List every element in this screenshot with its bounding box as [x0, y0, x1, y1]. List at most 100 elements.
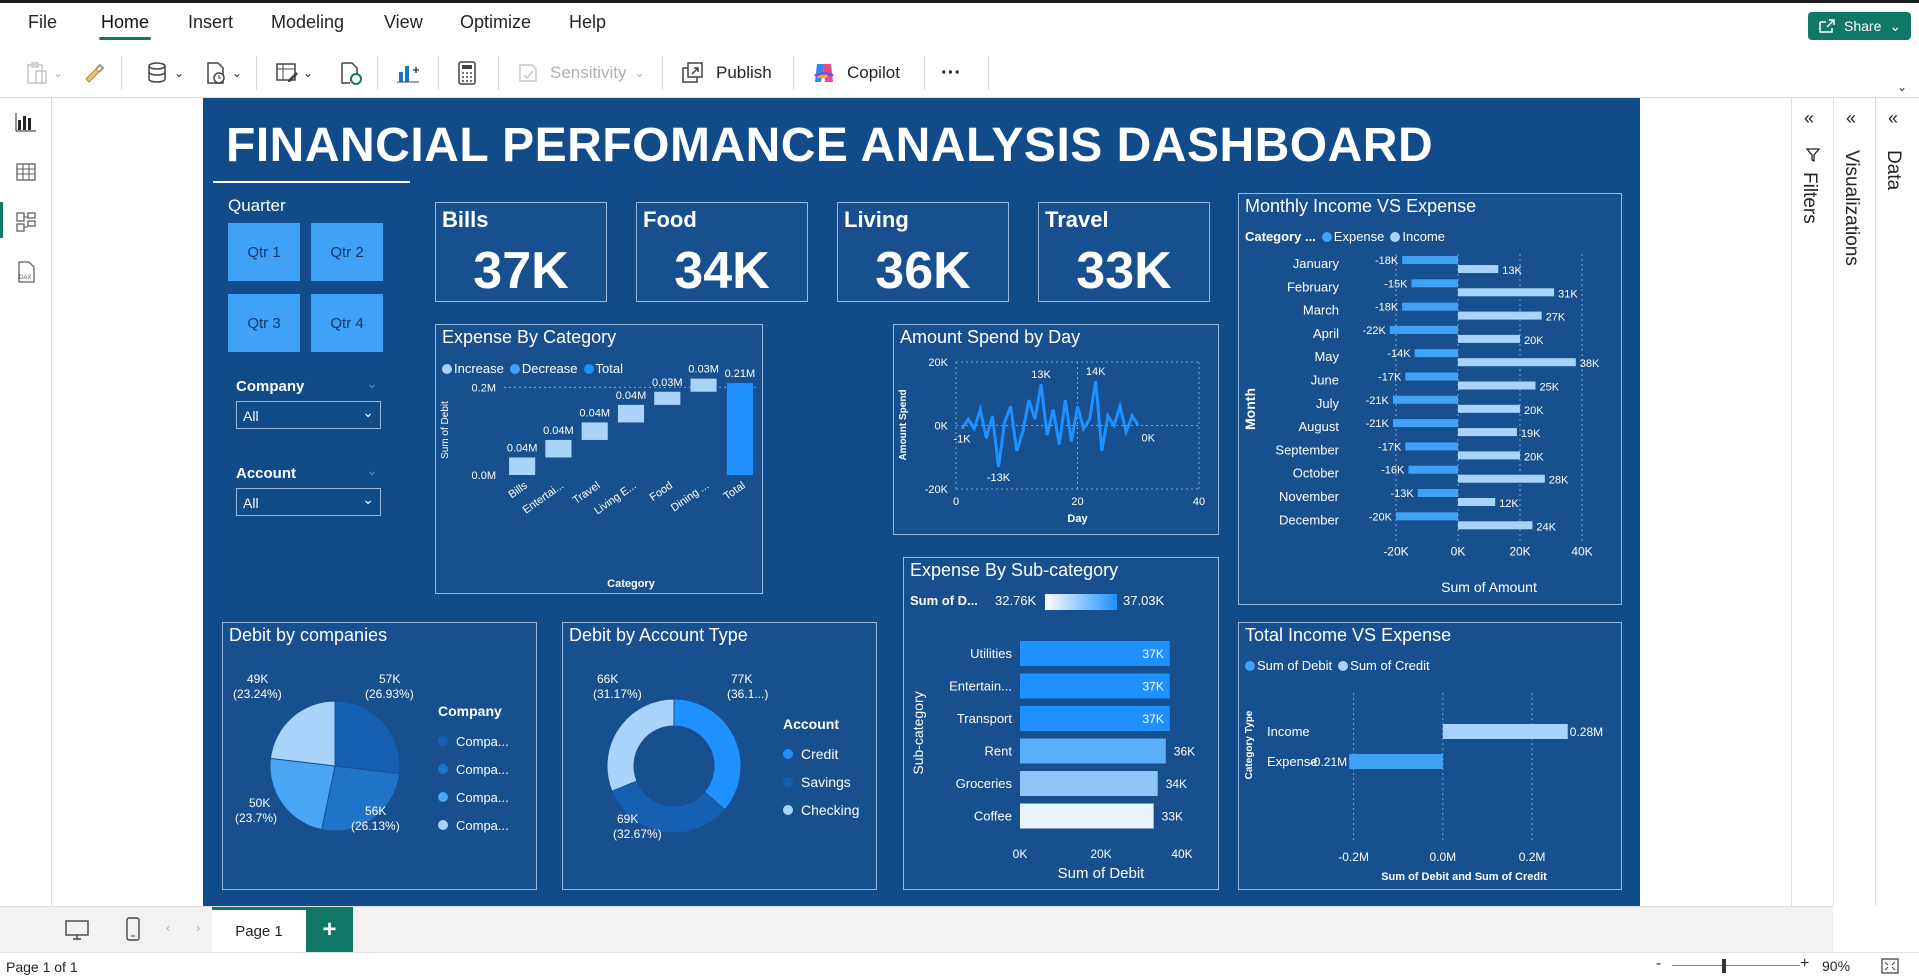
zoom-in-button[interactable]: +	[1800, 955, 1809, 973]
chevron-left-icon[interactable]: ‹	[166, 920, 170, 935]
income-bar	[1458, 381, 1536, 390]
add-page-button[interactable]: +	[306, 907, 353, 952]
expense-bar	[1405, 442, 1458, 451]
chevron-right-icon[interactable]: ›	[196, 920, 200, 935]
expense-by-subcategory-visual[interactable]: Expense By Sub-category Sum of D... 32.76…	[903, 557, 1219, 890]
mobile-view-icon[interactable]	[124, 916, 142, 942]
double-chevron-left-icon[interactable]: «	[1846, 108, 1856, 129]
total-income-vs-expense-visual[interactable]: Total Income VS Expense Sum of Debit Sum…	[1238, 622, 1622, 890]
menu-view[interactable]: View	[384, 12, 423, 33]
format-painter-button[interactable]	[82, 56, 106, 90]
total-bar-chart: -0.2M 0.0M 0.2MIncome 0.28MExpense-0.21MSum…	[1244, 693, 1603, 883]
menu-bar: File Home Insert Modeling View Optimize …	[0, 3, 1919, 43]
menu-help[interactable]: Help	[569, 12, 606, 33]
menu-file[interactable]: File	[28, 12, 57, 33]
data-label: (26.13%)	[351, 819, 400, 833]
zoom-slider-thumb[interactable]	[1722, 959, 1726, 973]
y-tick-label: May	[1314, 349, 1339, 364]
data-pane-title: Data	[1883, 150, 1904, 191]
data-label: 0.04M	[579, 407, 610, 419]
kpi-card-travel[interactable]: Travel 33K	[1038, 202, 1210, 302]
debit-by-account-type-visual[interactable]: Debit by Account Type Account Credit Sav…	[562, 622, 877, 890]
x-tick-label: Food	[648, 480, 675, 504]
publish-button[interactable]: Publish	[680, 56, 772, 90]
dashboard-title: FINANCIAL PERFOMANCE ANALYSIS DASHBOARD	[226, 119, 1434, 172]
kpi-card-food[interactable]: Food 34K	[636, 202, 808, 302]
data-label: 27K	[1546, 312, 1566, 324]
amount-spend-by-day-visual[interactable]: Amount Spend by Day 20K 0K -20K 0 20 40 -1K -13…	[893, 324, 1219, 535]
transform-data-button[interactable]: ⌄	[274, 56, 313, 90]
x-axis-title: Day	[1067, 513, 1088, 525]
visualizations-pane[interactable]: « Visualizations	[1833, 98, 1875, 906]
y-tick-label: October	[1293, 466, 1340, 481]
waterfall-bar	[690, 378, 717, 392]
monthly-income-vs-expense-visual[interactable]: Monthly Income VS Expense Category ... E…	[1238, 193, 1622, 605]
y-tick-label: Groceries	[956, 776, 1013, 791]
company-dropdown[interactable]: All ⌄	[236, 401, 381, 429]
data-label: (26.93%)	[365, 687, 414, 701]
refresh-button[interactable]	[337, 56, 363, 90]
donut-slice	[606, 698, 675, 792]
get-data-button[interactable]: ⌄	[145, 56, 184, 90]
data-pane[interactable]: « Data	[1875, 98, 1919, 906]
quarter-button-q2[interactable]: Qtr 2	[311, 223, 383, 281]
account-dropdown[interactable]: All ⌄	[236, 488, 381, 516]
menu-home[interactable]: Home	[101, 12, 149, 33]
quarter-button-q4[interactable]: Qtr 4	[311, 294, 383, 352]
more-options-button[interactable]: ···	[941, 56, 961, 90]
recent-sources-button[interactable]: ⌄	[203, 56, 242, 90]
fit-to-page-icon[interactable]	[1880, 957, 1900, 975]
menu-optimize[interactable]: Optimize	[460, 12, 531, 33]
sensitivity-button[interactable]: Sensitivity ⌄	[516, 56, 645, 90]
filters-pane[interactable]: « Filters	[1791, 98, 1833, 906]
copilot-button[interactable]: Copilot	[811, 56, 900, 90]
report-view-icon[interactable]	[14, 110, 38, 134]
share-button[interactable]: Share ⌄	[1808, 12, 1911, 40]
zoom-slider[interactable]	[1672, 965, 1800, 966]
table-view-icon[interactable]	[14, 160, 38, 184]
new-measure-button[interactable]	[455, 56, 479, 90]
data-label: 56K	[365, 804, 386, 818]
double-chevron-left-icon[interactable]: «	[1888, 108, 1898, 129]
chevron-down-icon[interactable]: ⌄	[366, 462, 378, 479]
data-label: 0.28M	[1570, 725, 1603, 739]
kpi-card-bills[interactable]: Bills 37K	[435, 202, 607, 302]
data-label: 20K	[1524, 451, 1544, 463]
debit-by-companies-visual[interactable]: Debit by companies Company Compa... Comp…	[222, 622, 537, 890]
paste-button[interactable]: ⌄	[24, 56, 63, 90]
income-bar	[1458, 474, 1545, 483]
data-label: 37K	[1142, 647, 1163, 661]
data-label: -21K	[1366, 418, 1390, 430]
data-label: 77K	[731, 672, 752, 686]
account-slicer-title: Account	[236, 465, 296, 482]
clipboard-icon	[27, 62, 47, 84]
zoom-out-button[interactable]: -	[1656, 955, 1661, 973]
kpi-card-living[interactable]: Living 36K	[837, 202, 1009, 302]
chevron-down-icon[interactable]: ⌄	[1897, 80, 1907, 94]
pie-slice	[334, 700, 401, 775]
desktop-view-icon[interactable]	[64, 919, 90, 941]
menu-insert[interactable]: Insert	[188, 12, 233, 33]
page-tab-page1[interactable]: Page 1	[212, 907, 306, 952]
expense-bar	[1392, 395, 1458, 404]
y-tick-label: Rent	[985, 744, 1013, 759]
company-slicer-title: Company	[236, 378, 305, 395]
chevron-down-icon[interactable]: ⌄	[366, 375, 378, 392]
quarter-button-q1[interactable]: Qtr 1	[228, 223, 300, 281]
share-label: Share	[1844, 18, 1882, 34]
data-label: (32.67%)	[613, 827, 662, 841]
new-visual-button[interactable]	[395, 56, 421, 90]
slicer-panel: Quarter Qtr 1 Qtr 2 Qtr 3 Qtr 4 Company …	[213, 181, 410, 581]
y-tick-label: Coffee	[974, 809, 1012, 824]
menu-modeling[interactable]: Modeling	[271, 12, 344, 33]
expense-by-category-visual[interactable]: Expense By Category Increase Decrease To…	[435, 324, 763, 594]
quarter-button-q3[interactable]: Qtr 3	[228, 294, 300, 352]
waterfall-bar	[654, 391, 681, 405]
dax-query-view-icon[interactable]: DAX	[14, 260, 38, 284]
chevron-down-icon: ⌄	[362, 491, 374, 507]
x-tick-label: 0K	[1013, 847, 1028, 861]
model-view-icon[interactable]	[14, 210, 38, 234]
double-chevron-left-icon[interactable]: «	[1804, 108, 1814, 129]
data-label: 49K	[247, 672, 268, 686]
y-tick-label: February	[1287, 279, 1340, 294]
